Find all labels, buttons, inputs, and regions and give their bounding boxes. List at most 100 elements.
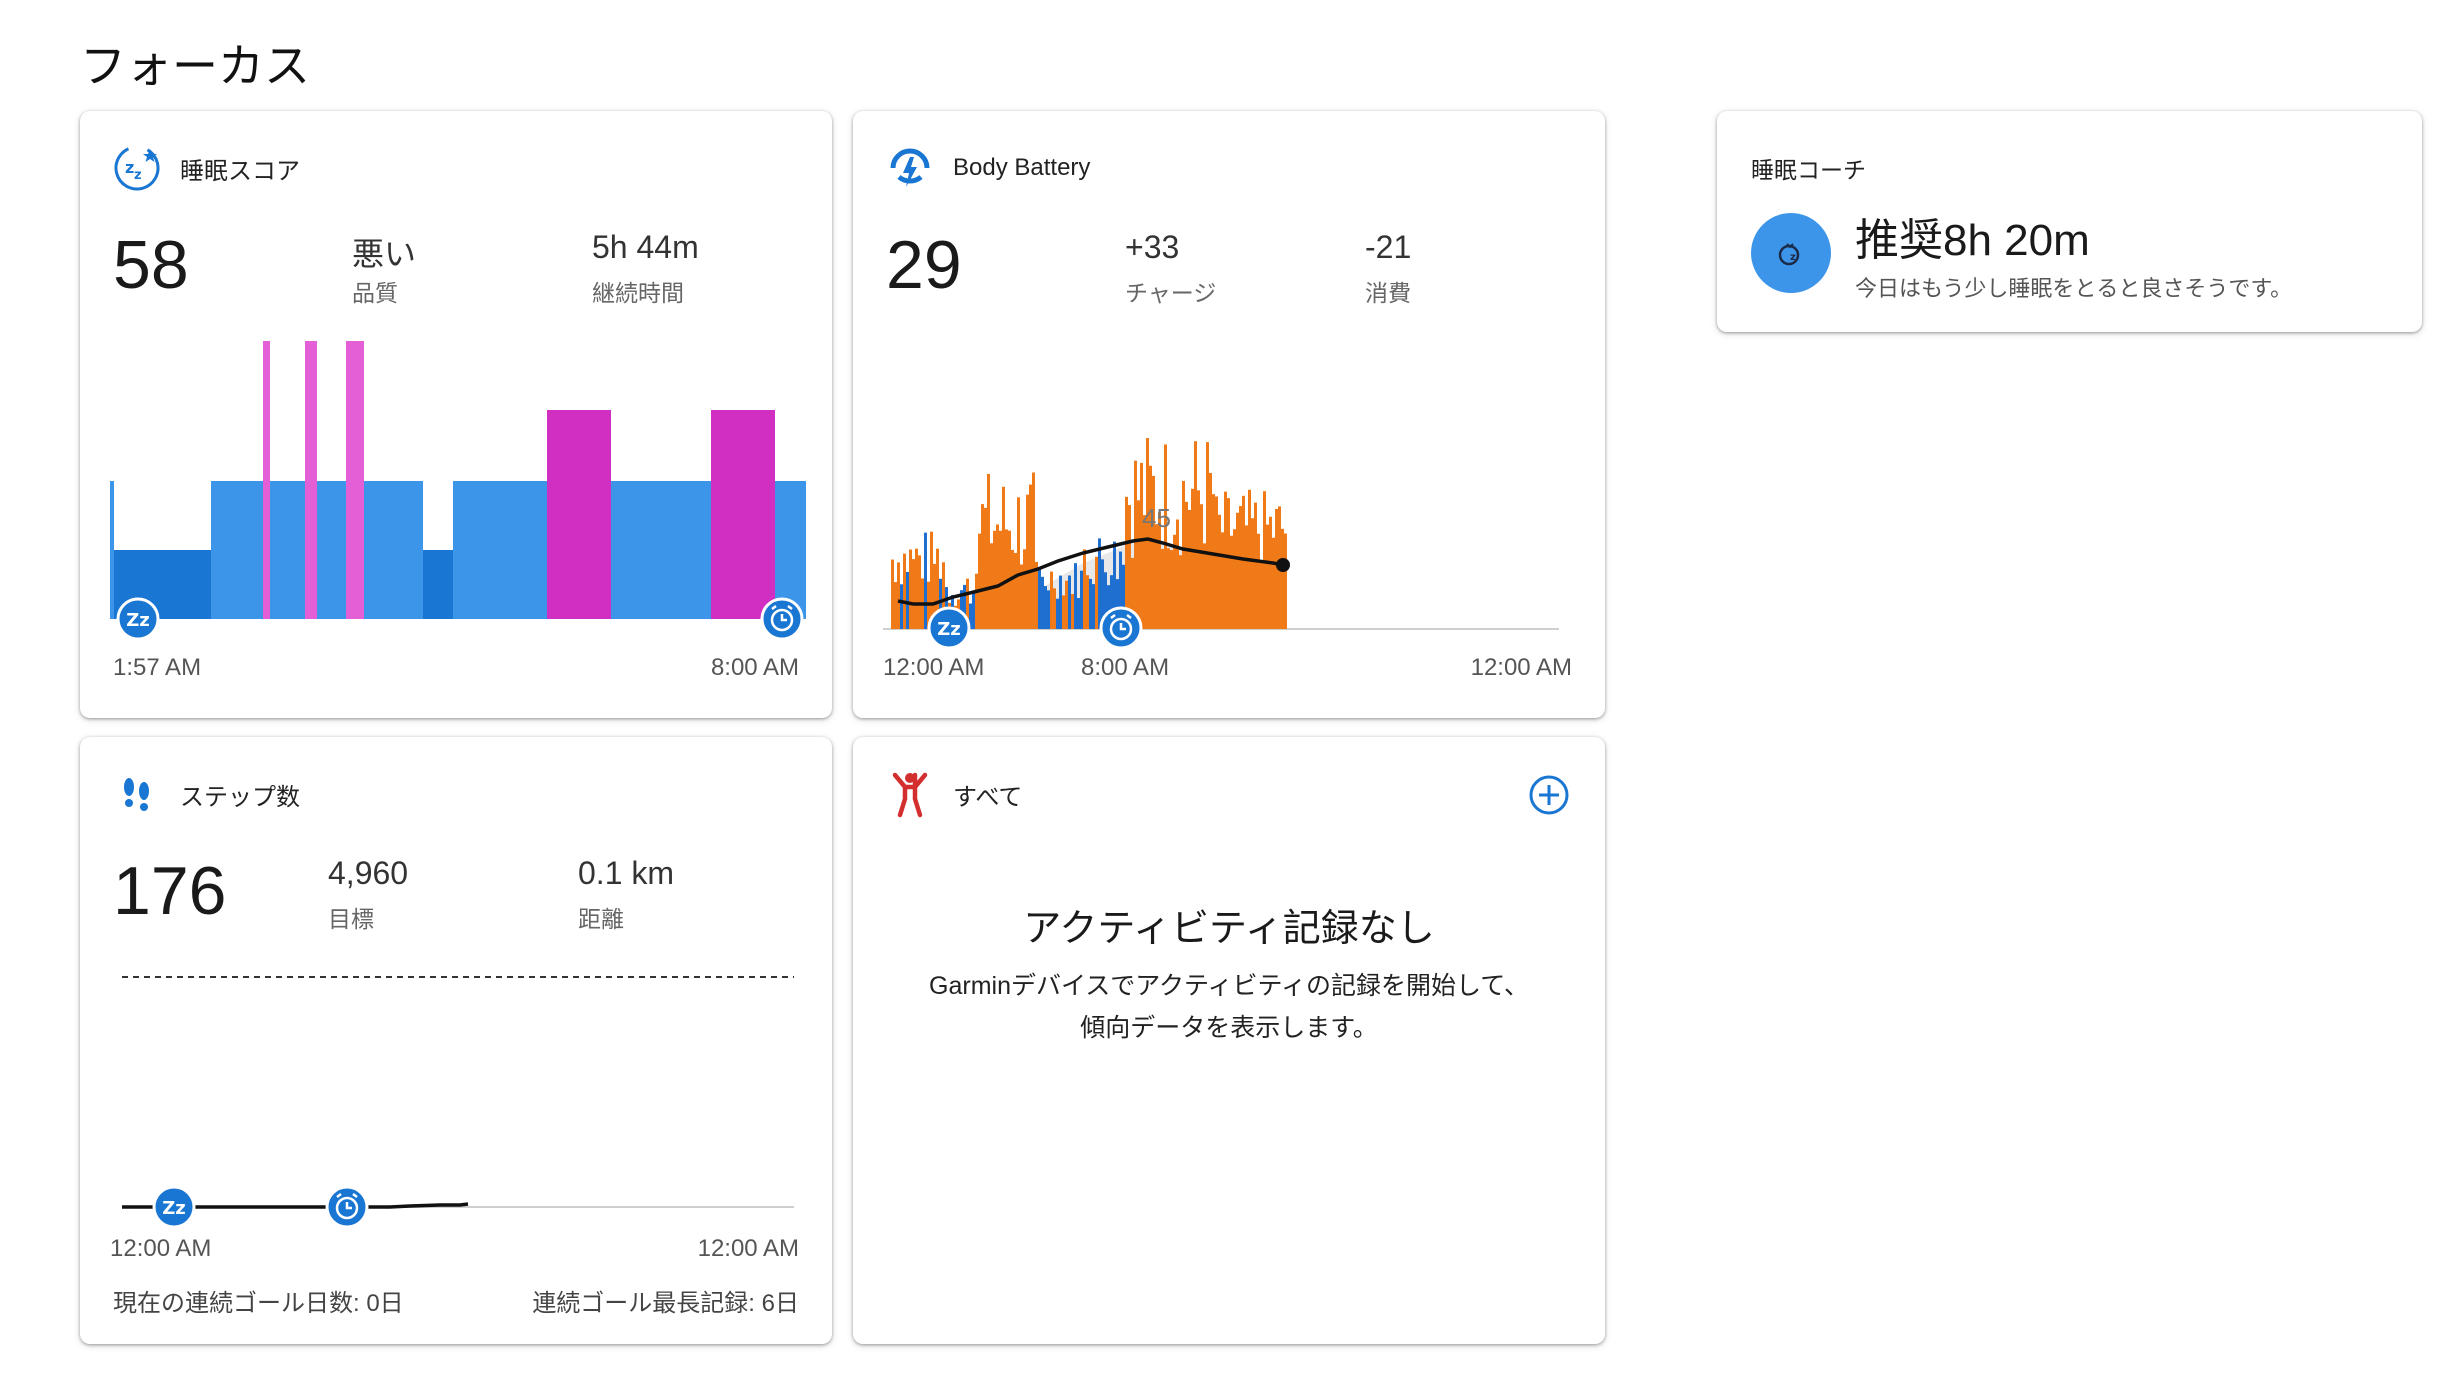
body-battery-bar [1134,460,1137,629]
sleep-start-marker: Zz [927,606,971,650]
body-battery-bar [897,562,900,629]
steps-card[interactable]: ステップ数 176 4,960 目標 0.1 km 距離 Zz 12:00 AM… [80,737,832,1344]
body-battery-value: 29 [886,227,962,303]
body-battery-bar [1149,465,1152,629]
sleep-score-card[interactable]: z z 睡眠スコア 58 悪い 品質 5h 44m 継続時間 Zz 1:57 A… [80,111,832,718]
body-battery-charge-value: +33 [1125,229,1180,265]
sleep-duration-label: 継続時間 [592,280,684,306]
alarm-clock-marker [1099,606,1143,650]
body-battery-bar [1161,548,1164,629]
sleep-axis-start: 1:57 AM [113,654,202,681]
activities-label: すべて [953,783,1023,811]
body-battery-bar [1236,512,1239,629]
svg-text:z: z [125,158,134,177]
body-battery-bar [1185,501,1188,629]
body-battery-bar [1092,584,1095,629]
body-battery-bar [981,504,984,629]
activities-empty-body: Garminデバイスでアクティビティの記録を開始して、傾向データを表示します。 [929,972,1529,1042]
body-battery-bar [1251,518,1254,629]
steps-value: 176 [113,853,227,929]
sleep-stage-rem [547,410,611,619]
activity-person-icon [885,769,935,819]
svg-text:Zz: Zz [162,1198,186,1219]
body-battery-bar [1083,549,1086,629]
body-battery-bar [1179,555,1182,629]
steps-goal-label: 目標 [328,906,374,932]
add-circle-icon[interactable] [1527,773,1571,817]
body-battery-bar [1041,576,1044,629]
body-battery-bar [1029,484,1032,629]
body-battery-bar [972,590,975,629]
sleep-duration-value: 5h 44m [592,229,699,265]
body-battery-bar [891,559,894,629]
sleep-stages-chart: Zz [110,341,806,641]
body-battery-axis-start: 12:00 AM [883,654,985,681]
body-battery-bar [1032,472,1035,629]
steps-axis-end: 12:00 AM [697,1235,799,1262]
sleep-start-marker: Zz [152,1185,196,1229]
body-battery-axis-end: 12:00 AM [1470,654,1572,681]
body-battery-bar [1254,502,1257,629]
activities-card[interactable]: すべて アクティビティ記録なし Garminデバイスでアクティビティの記録を開始… [853,737,1605,1344]
body-battery-bar [999,530,1002,629]
sleep-quality-value: 悪い [352,236,417,272]
sleep-stage-light [453,481,547,619]
body-battery-bar [1044,586,1047,629]
page-title: フォーカス [80,40,310,92]
sleep-stage-awake [346,341,364,619]
body-battery-bar [1074,563,1077,629]
body-battery-bar [1170,550,1173,629]
body-battery-bar [1137,500,1140,629]
body-battery-bar [978,533,981,629]
body-battery-bar [1140,462,1143,629]
body-battery-bar [1026,494,1029,629]
body-battery-charge-label: チャージ [1125,280,1217,306]
sleep-score-value: 58 [113,227,189,303]
body-battery-bar [894,582,897,629]
body-battery-drain-value: -21 [1365,229,1412,265]
steps-distance-value: 0.1 km [578,855,675,891]
body-battery-bar [1164,444,1167,629]
steps-axis-start: 12:00 AM [110,1235,212,1262]
body-battery-bar [987,473,990,629]
svg-text:z: z [134,168,142,183]
body-battery-peak-label: 45 [1142,503,1171,533]
body-battery-bar [1011,549,1014,629]
sleep-coach-recommend-prefix: 推奨 [1855,216,1943,265]
body-battery-card[interactable]: Body Battery 29 +33 チャージ -21 消費 45 Zz 12… [853,111,1605,718]
body-battery-bar [984,507,987,629]
body-battery-bar [900,584,903,629]
body-battery-bar [1206,442,1209,629]
sleep-coach-recommend-value: 8h 20m [1943,216,2090,265]
body-battery-bar [1167,548,1170,629]
sleep-coach-icon: z [1751,213,1831,293]
sleep-score-icon: z z [112,143,162,193]
sleep-coach-message: 今日はもう少し睡眠をとると良さそうです。 [1855,276,2293,301]
body-battery-bar [1257,533,1260,629]
body-battery-bar [1203,543,1206,629]
body-battery-bar [909,549,912,629]
body-battery-bar [1194,441,1197,629]
body-battery-bar [1152,475,1155,629]
body-battery-bar [1245,525,1248,629]
body-battery-bar [1098,538,1101,629]
sleep-axis-end: 8:00 AM [710,654,799,681]
sleep-stage-rem [711,410,775,619]
body-battery-axis-mid: 8:00 AM [1081,654,1170,681]
body-battery-bar [975,573,978,629]
sleep-quality-label: 品質 [352,280,398,306]
body-battery-drain-label: 消費 [1365,280,1411,306]
body-battery-chart: 45 Zz [883,438,1559,650]
body-battery-bar [1053,588,1056,629]
body-battery-bar [1224,491,1227,629]
steps-goal-value: 4,960 [328,855,409,891]
body-battery-bar [1218,514,1221,629]
svg-text:z: z [1790,252,1796,263]
sleep-coach-card[interactable]: 睡眠コーチ z 推奨8h 20m 今日はもう少し睡眠をとると良さそうです。 [1717,111,2422,332]
sleep-stage-light [611,481,711,619]
body-battery-bar [1047,590,1050,629]
body-battery-bar [915,548,918,629]
body-battery-bar [1221,532,1224,629]
body-battery-bar [1023,549,1026,629]
body-battery-bar [1269,516,1272,629]
